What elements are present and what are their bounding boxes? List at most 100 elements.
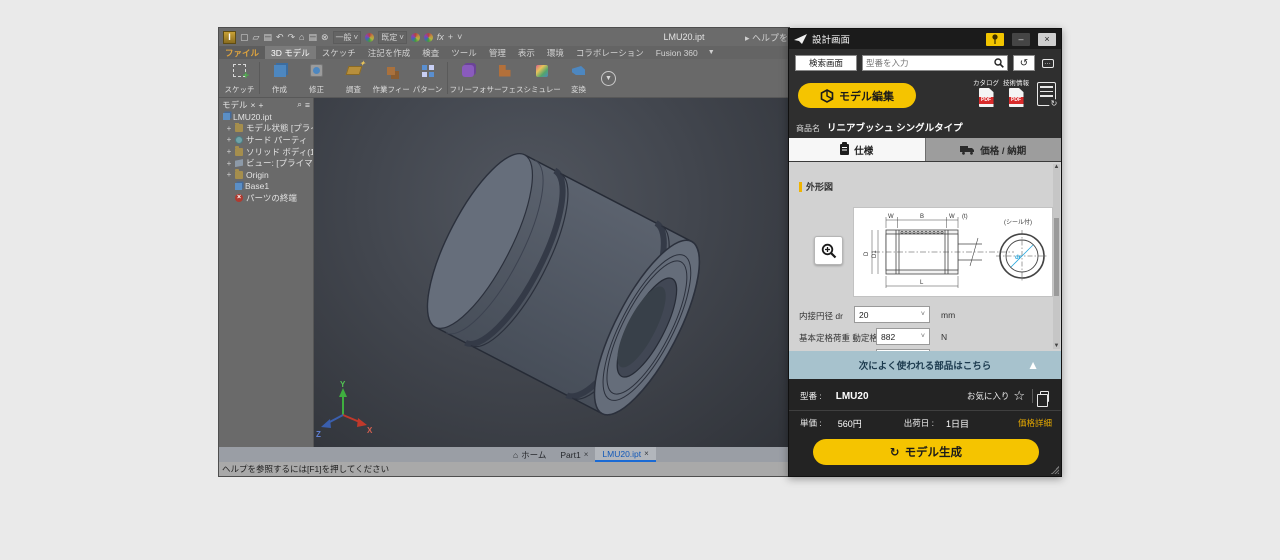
model-edit-button[interactable]: モデル編集 (798, 83, 916, 108)
ribbon-button-freeform[interactable]: フリーフォー... (449, 60, 486, 96)
part-number-input[interactable] (866, 58, 994, 68)
save-icon[interactable]: ▤ (263, 31, 272, 44)
tree-item-model-states[interactable]: + モデル状態 [プライマリ] (219, 123, 313, 135)
ribbon-button-surface[interactable]: サーフェス (486, 60, 523, 96)
ribbon-tab-view[interactable]: 表示 (512, 46, 541, 59)
expander-icon[interactable]: + (226, 124, 232, 133)
panel-titlebar: 設計画面 – × (789, 29, 1061, 49)
ribbon-button-modify[interactable]: 修正 (298, 60, 335, 96)
expander-icon[interactable]: + (226, 135, 232, 144)
browser-search-icon[interactable]: ⌕ (297, 99, 302, 110)
ribbon-tab-inspect[interactable]: 検査 (416, 46, 445, 59)
3d-viewport[interactable]: Y X Z (314, 98, 789, 447)
qat-customize-icon[interactable]: ˅ (457, 31, 462, 44)
expander-icon[interactable]: + (226, 159, 232, 168)
tree-item-solid-bodies[interactable]: + ソリッド ボディ(1) (219, 146, 313, 158)
spec-document-button[interactable]: ↻ (1037, 82, 1056, 106)
ribbon-tab-file[interactable]: ファイル (219, 46, 265, 59)
scroll-down-icon[interactable]: ▼ (1054, 343, 1060, 349)
color-wheel-icon[interactable] (365, 33, 374, 42)
content-scrollbar[interactable]: ▲ ▼ (1053, 164, 1060, 349)
scroll-thumb[interactable] (1054, 218, 1059, 296)
close-icon[interactable]: × (644, 449, 649, 458)
linear-bushing-3d-model[interactable]: Y X Z (314, 98, 789, 447)
close-button[interactable]: × (1038, 33, 1056, 46)
ribbon-tab-fusion360[interactable]: Fusion 360 (650, 46, 704, 59)
redo-icon[interactable]: ↷ (288, 31, 296, 44)
measure-icon[interactable]: ▤ (308, 31, 317, 44)
load-select[interactable]: 882 ˅ (876, 328, 930, 345)
tree-item-view[interactable]: + ビュー: [プライマリ] (219, 157, 313, 169)
search-screen-button[interactable]: 検索画面 (795, 55, 857, 71)
ribbon-button-label: パターン (413, 84, 443, 95)
catalog-pdf-link[interactable]: カタログ PDF (973, 77, 999, 107)
ribbon-overflow-icon[interactable]: ▼ (708, 46, 715, 59)
doc-tab-part1[interactable]: Part1 × (553, 447, 595, 462)
browser-menu-icon[interactable]: ≡ (305, 100, 310, 110)
help-search-clipped[interactable]: ▸ ヘルプを (745, 31, 788, 44)
browser-close-icon[interactable]: × (251, 100, 256, 110)
doc-tab-lmu20[interactable]: LMU20.ipt × (595, 447, 655, 462)
outline-drawing[interactable]: W B W (t) D D1 L (シール付) dr (853, 207, 1053, 297)
open-file-icon[interactable]: ▱ (253, 31, 260, 44)
modify-icon (308, 62, 325, 79)
tree-item-root[interactable]: LMU20.ipt (219, 111, 313, 123)
ribbon-button-convert[interactable]: 変換 (560, 60, 597, 96)
resize-grip[interactable] (1051, 466, 1059, 474)
favorite-button[interactable]: お気に入り ☆ (967, 388, 1025, 404)
ribbon-tab-annotate[interactable]: 注記を作成 (362, 46, 417, 59)
ribbon-button-work-features[interactable]: 作業フィー... (372, 60, 409, 96)
tech-info-pdf-link[interactable]: 技術情報 PDF (1003, 77, 1029, 107)
ribbon-button-label: フリーフォー... (450, 84, 486, 95)
tree-item-third-party[interactable]: + サード パーティ (219, 134, 313, 146)
drawing-zoom-button[interactable] (814, 236, 843, 265)
parameters-fx-icon[interactable]: fx (437, 31, 444, 44)
qat-add-icon[interactable]: + (448, 31, 453, 44)
search-icon[interactable] (994, 58, 1004, 68)
ribbon-button-inspect[interactable]: 調査 (335, 60, 372, 96)
copy-icon[interactable] (1040, 391, 1049, 402)
inventor-app-button[interactable]: I (223, 31, 236, 44)
doc-tab-home[interactable]: ⌂ ホーム (506, 447, 553, 462)
generate-model-button[interactable]: ↻ モデル生成 (813, 439, 1039, 465)
ribbon-button-pattern[interactable]: パターン (409, 60, 446, 96)
ribbon-button-sketch[interactable]: スケッチ (221, 60, 258, 96)
ribbon-tab-sketch[interactable]: スケッチ (316, 46, 362, 59)
expander-icon[interactable]: + (226, 170, 232, 179)
ribbon-tab-tools[interactable]: ツール (445, 46, 483, 59)
ribbon-button-simulation[interactable]: シミュレー... (523, 60, 560, 96)
price-detail-link[interactable]: 価格詳細 (1018, 417, 1052, 429)
minimize-button[interactable]: – (1012, 33, 1030, 46)
tree-item-base1[interactable]: Base1 (219, 181, 313, 193)
ribbon-tab-collaborate[interactable]: コラボレーション (570, 46, 650, 59)
related-parts-banner[interactable]: 次によく使われる部品はこちら ▲ (789, 351, 1061, 379)
tree-item-origin[interactable]: + Origin (219, 169, 313, 181)
pin-icon[interactable] (986, 33, 1004, 46)
home-icon[interactable]: ⌂ (299, 31, 304, 44)
tab-spec[interactable]: 仕様 (789, 138, 925, 161)
browser-add-icon[interactable]: + (258, 100, 263, 110)
expander-icon[interactable]: + (226, 147, 232, 156)
close-icon[interactable]: × (584, 450, 589, 459)
dr-select[interactable]: 20 ˅ (854, 306, 930, 323)
search-history-button[interactable]: ↺ (1013, 55, 1035, 71)
dim-w1: W (888, 214, 894, 220)
scroll-up-icon[interactable]: ▲ (1054, 164, 1060, 170)
triangle-right-icon: ▸ (745, 33, 750, 43)
ribbon-tab-3d-model[interactable]: 3D モデル (265, 46, 316, 59)
tree-item-end-of-part[interactable]: × パーツの終端 (219, 192, 313, 204)
ribbon-button-create[interactable]: 作成 (261, 60, 298, 96)
appearance-adjust-icon[interactable] (411, 33, 420, 42)
material-dropdown[interactable]: 一般 ˅ (333, 31, 362, 44)
appearance-clear-icon[interactable] (424, 33, 433, 42)
feedback-button[interactable]: … (1040, 56, 1055, 71)
ribbon-collapse-button[interactable]: ▼ (601, 71, 616, 86)
tab-price-delivery[interactable]: 価格 / 納期 (925, 138, 1062, 161)
undo-icon[interactable]: ↶ (276, 31, 284, 44)
cancel-icon[interactable]: ⊗ (321, 31, 329, 44)
new-file-icon[interactable]: ▢ (240, 31, 249, 44)
ribbon-tab-environments[interactable]: 環境 (541, 46, 570, 59)
panel-tab-bar: 仕様 価格 / 納期 (789, 138, 1061, 161)
ribbon-tab-manage[interactable]: 管理 (483, 46, 512, 59)
appearance-dropdown[interactable]: 既定 ˅ (378, 31, 407, 44)
